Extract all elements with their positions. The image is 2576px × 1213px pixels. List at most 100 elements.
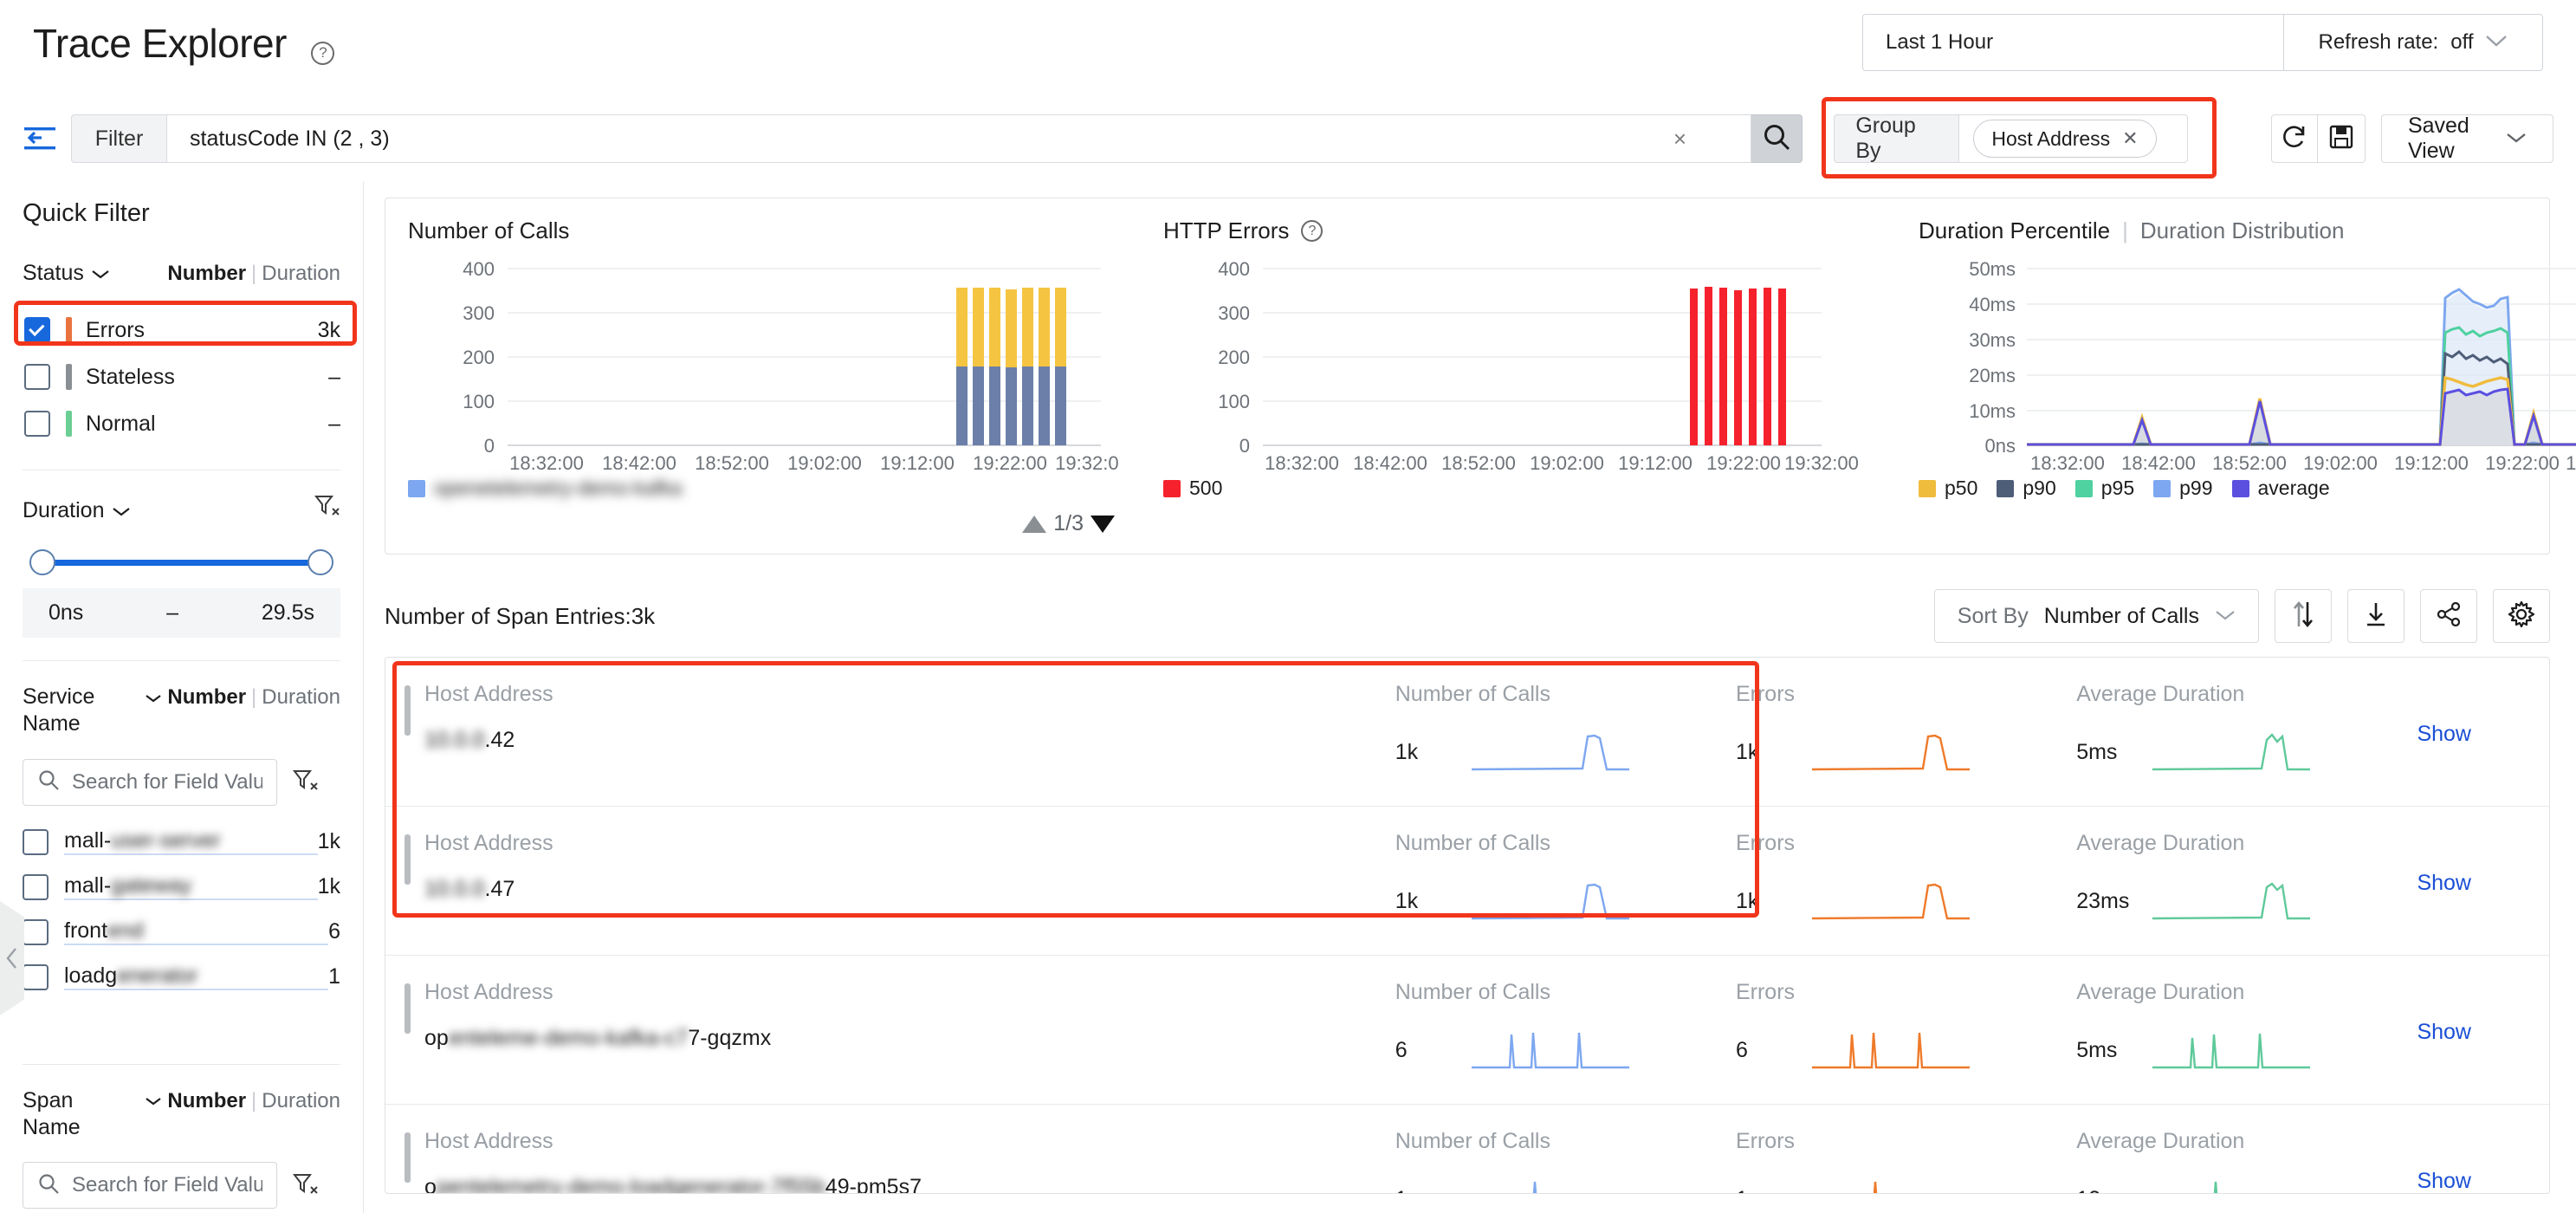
pager-down-icon[interactable] [1091, 515, 1115, 533]
collapse-sidebar-icon[interactable] [23, 120, 57, 158]
service-name-option[interactable]: loadgenerator 1 [23, 955, 340, 1000]
span-name-search-input[interactable]: Search for Field Values [23, 1162, 277, 1209]
chevron-down-icon [2485, 33, 2508, 53]
group-by-field[interactable]: Host Address ✕ [1958, 114, 2188, 163]
service-name-search-input[interactable]: Search for Field Values [23, 758, 277, 806]
span-name-sort-toggle[interactable]: Number | Duration [145, 1089, 340, 1113]
svg-text:18:42:00: 18:42:00 [602, 452, 676, 473]
svg-text:40ms: 40ms [1969, 294, 2016, 315]
checkbox-service-0[interactable] [23, 828, 49, 855]
search-button[interactable] [1751, 114, 1803, 163]
share-button[interactable] [2420, 589, 2477, 643]
legend-item[interactable]: p95 [2074, 477, 2134, 500]
legend-label: p99 [2179, 477, 2213, 499]
status-option-normal[interactable]: Normal – [23, 400, 340, 447]
cell-show: Show [2417, 682, 2549, 747]
duration-plot: 50ms 40ms 30ms 20ms 10ms 0ns 18:32:00 18… [1919, 256, 2576, 473]
legend-item[interactable]: openetelemetry-demo-kafka [408, 477, 682, 500]
save-button[interactable] [2318, 114, 2366, 163]
duration-slider[interactable] [23, 544, 340, 575]
service-name-option[interactable]: frontend 6 [23, 910, 340, 955]
table-row[interactable]: Host Address opentelemetry-demo-loadgene… [385, 1105, 2549, 1194]
clear-filter-icon[interactable] [292, 768, 319, 796]
filter-input[interactable]: statusCode IN (2 , 3) × [166, 114, 1751, 163]
metric-row: 23ms [2076, 877, 2417, 925]
show-link[interactable]: Show [2417, 1020, 2471, 1045]
status-option-stateless[interactable]: Stateless – [23, 354, 340, 400]
sort-order-button[interactable] [2275, 589, 2332, 643]
svg-text:19:32:00: 19:32:00 [1055, 452, 1118, 473]
legend-item[interactable]: 500 [1163, 477, 1222, 500]
status-sort-toggle[interactable]: Number | Duration [167, 262, 340, 286]
duration-facet-name[interactable]: Duration [23, 498, 131, 523]
refresh-rate-label: Refresh rate: [2318, 30, 2439, 54]
saved-view-dropdown[interactable]: Saved View [2380, 114, 2554, 163]
slider-knob-min[interactable] [29, 549, 55, 575]
group-by-chip[interactable]: Host Address ✕ [1973, 120, 2157, 158]
clear-filter-icon[interactable] [292, 1171, 319, 1200]
search-icon [37, 769, 60, 795]
duration-dash: – [166, 600, 179, 625]
service-name-facet-header: Service Name Number | Duration [23, 684, 340, 738]
help-circle-icon[interactable]: ? [311, 41, 335, 65]
table-row[interactable]: Host Address 10.0.0.42 Number of Calls 1… [385, 658, 2549, 807]
group-by-label: Group By [1834, 114, 1959, 163]
service-name-option[interactable]: mall-gateway 1k [23, 865, 340, 910]
checkbox-service-1[interactable] [23, 873, 49, 900]
help-circle-icon[interactable]: ? [1301, 220, 1324, 242]
status-option-errors[interactable]: Errors 3k [14, 301, 357, 354]
show-link[interactable]: Show [2417, 722, 2471, 747]
table-row[interactable]: Host Address openteleme-demo-kafka-c77-g… [385, 956, 2549, 1105]
chart-title-alt[interactable]: Duration Distribution [2140, 217, 2345, 244]
column-header-calls: Number of Calls [1395, 831, 1550, 855]
legend-swatch [2074, 479, 2093, 497]
status-facet-name[interactable]: Status [23, 261, 110, 286]
checkbox-normal[interactable] [24, 411, 50, 437]
refresh-rate-dropdown[interactable]: Refresh rate: off [2283, 14, 2543, 71]
download-button[interactable] [2347, 589, 2404, 643]
chevron-down-icon [145, 685, 168, 709]
legend-label: average [2257, 477, 2330, 499]
checkbox-service-2[interactable] [23, 918, 49, 945]
save-icon [2328, 124, 2354, 154]
svg-text:0ns: 0ns [1985, 435, 2016, 457]
refresh-button[interactable] [2270, 114, 2319, 163]
svg-text:50ms: 50ms [1969, 258, 2016, 280]
legend-item[interactable]: p99 [2153, 477, 2213, 500]
show-link[interactable]: Show [2417, 871, 2471, 896]
svg-text:19:32:00: 19:32:00 [2566, 452, 2576, 473]
svg-text:18:52:00: 18:52:00 [695, 452, 769, 473]
settings-button[interactable] [2493, 589, 2550, 643]
time-range-picker[interactable]: Last 1 Hour [1862, 14, 2283, 71]
cell-number-of-calls: Number of Calls 1 [1395, 1129, 1736, 1193]
clear-filter-icon[interactable]: × [1673, 126, 1686, 152]
errors-value: 1 [1736, 1187, 1809, 1194]
clear-filter-icon[interactable] [314, 493, 340, 522]
legend-item[interactable]: average [2231, 477, 2330, 500]
duration-value: 5ms [2076, 739, 2118, 764]
show-link[interactable]: Show [2417, 1169, 2471, 1193]
table-row[interactable]: Host Address 10.0.0.47 Number of Calls 1… [385, 807, 2549, 956]
svg-text:400: 400 [1218, 258, 1250, 280]
legend-pager[interactable]: 1/3 [1022, 511, 1115, 536]
errors-sparkline [1811, 1032, 1970, 1069]
pager-up-icon[interactable] [1022, 515, 1047, 533]
separator: | [251, 685, 257, 709]
service-option-count: 6 [328, 919, 340, 944]
sort-by-dropdown[interactable]: Sort By Number of Calls [1933, 589, 2259, 643]
search-icon [37, 1172, 60, 1199]
svg-text:19:12:00: 19:12:00 [1618, 452, 1693, 473]
checkbox-service-3[interactable] [23, 963, 49, 990]
service-name-sort-toggle[interactable]: Number | Duration [145, 685, 340, 710]
trace-explorer-page: Trace Explorer ? Last 1 Hour Refresh rat… [0, 0, 2576, 1213]
sidebar-collapse-handle[interactable] [0, 901, 24, 1015]
slider-knob-max[interactable] [307, 549, 333, 575]
legend-item[interactable]: p90 [1997, 477, 2056, 500]
status-option-count: – [328, 364, 340, 389]
checkbox-stateless[interactable] [24, 364, 50, 390]
service-name-option[interactable]: mall-user-server 1k [23, 820, 340, 865]
checkbox-errors[interactable] [24, 317, 50, 343]
legend-item[interactable]: p50 [1919, 477, 1977, 500]
cell-average-duration: Average Duration 12ms [2076, 1129, 2417, 1193]
close-icon[interactable]: ✕ [2122, 127, 2138, 150]
